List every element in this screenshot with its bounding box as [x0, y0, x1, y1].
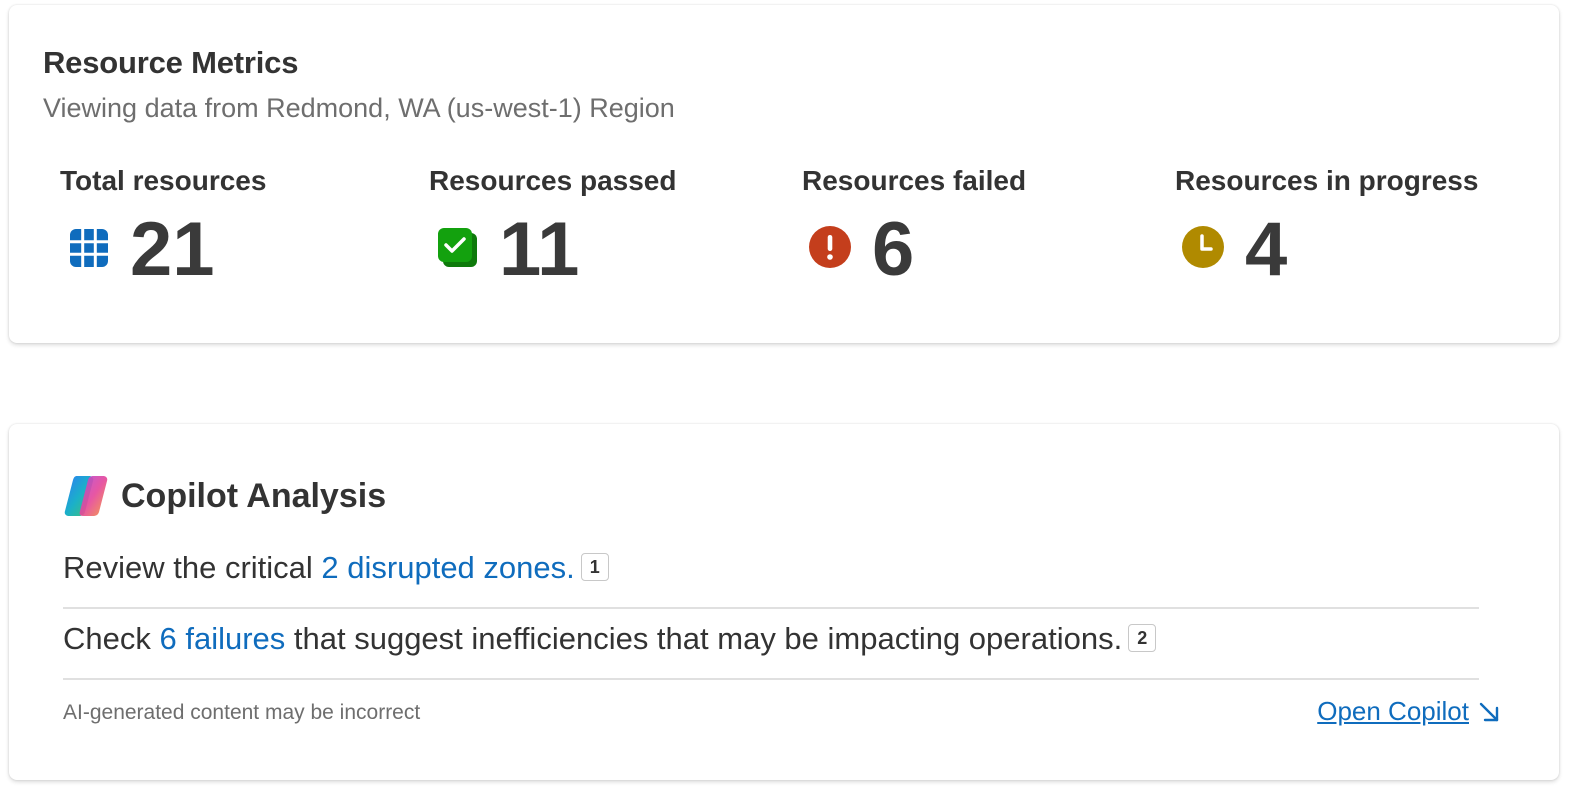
citation-badge[interactable]: 2 — [1128, 623, 1157, 652]
citation-badge[interactable]: 1 — [580, 552, 609, 581]
metric-value: 21 — [130, 207, 215, 292]
insight-text: Review the critical — [63, 550, 322, 585]
metric-value: 11 — [499, 207, 580, 292]
copilot-header: Copilot Analysis — [63, 474, 386, 518]
failures-link[interactable]: 6 failures — [159, 621, 285, 656]
metric-total-resources: Total resources 21 — [60, 165, 420, 295]
metric-resources-passed: Resources passed 11 — [429, 165, 789, 295]
metric-label: Resources failed — [802, 165, 1027, 196]
disrupted-zones-link[interactable]: 2 disrupted zones. — [321, 550, 574, 585]
metric-resources-failed: Resources failed 6 — [802, 165, 1162, 295]
metric-value: 4 — [1245, 207, 1288, 292]
divider — [63, 678, 1479, 680]
metrics-title: Resource Metrics — [43, 45, 299, 80]
ai-disclaimer: AI-generated content may be incorrect — [63, 701, 421, 724]
metric-label: Resources in progress — [1175, 165, 1479, 196]
copilot-analysis-card: Copilot Analysis Review the critical 2 d… — [9, 424, 1559, 780]
insight-text: Check — [63, 621, 160, 656]
grid-icon — [66, 225, 110, 269]
metric-label: Resources passed — [429, 165, 677, 196]
insight-item: Review the critical 2 disrupted zones. 1 — [63, 550, 1479, 586]
insight-item: Check 6 failures that suggest inefficien… — [63, 621, 1479, 657]
metrics-subtitle: Viewing data from Redmond, WA (us-west-1… — [43, 93, 675, 123]
resource-metrics-card: Resource Metrics Viewing data from Redmo… — [9, 5, 1559, 343]
insight-text: that suggest inefficiencies that may be … — [285, 621, 1123, 656]
copilot-logo-icon — [63, 474, 109, 518]
copilot-title: Copilot Analysis — [121, 476, 387, 515]
metric-value: 6 — [872, 207, 915, 292]
arrow-down-right-icon — [1479, 702, 1499, 721]
clock-icon — [1181, 225, 1225, 269]
metric-label: Total resources — [60, 165, 267, 196]
divider — [63, 607, 1479, 609]
open-copilot-label[interactable]: Open Copilot — [1317, 696, 1469, 727]
open-copilot-link[interactable]: Open Copilot — [1317, 696, 1501, 727]
error-circle-icon — [808, 225, 852, 269]
metric-resources-in-progress: Resources in progress 4 — [1175, 165, 1535, 295]
checkbox-stack-icon — [435, 225, 479, 269]
